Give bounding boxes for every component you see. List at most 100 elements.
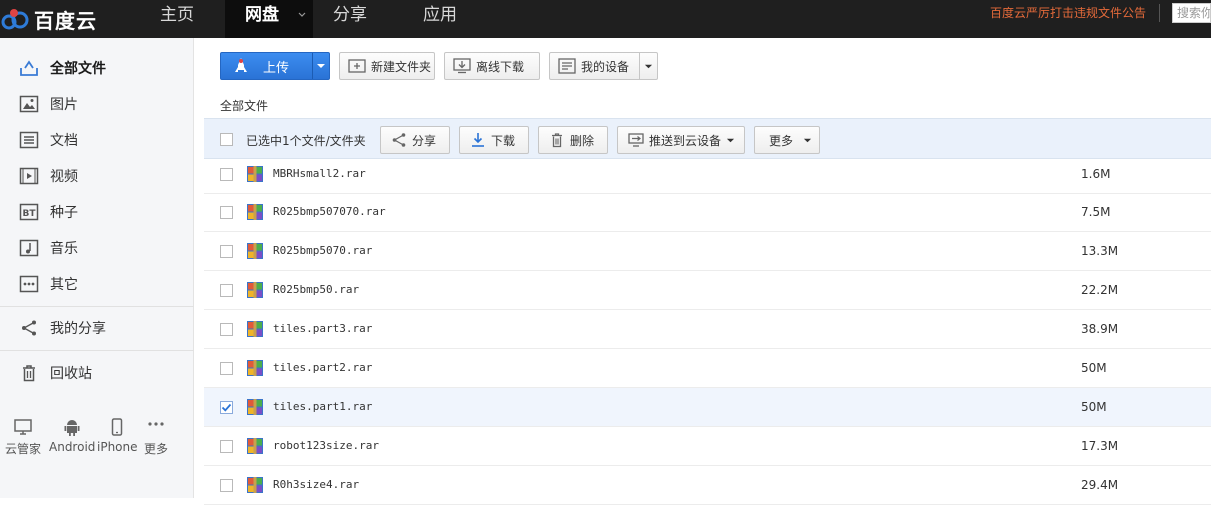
file-name[interactable]: R025bmp507070.rar	[273, 205, 386, 218]
upload-button[interactable]: 上传	[220, 52, 330, 80]
nav-netdisk[interactable]: 网盘	[225, 0, 313, 38]
nav-home[interactable]: 主页	[140, 0, 225, 38]
row-checkbox[interactable]	[220, 479, 233, 492]
download-label: 下载	[491, 133, 516, 148]
file-name[interactable]: R025bmp5070.rar	[273, 244, 372, 257]
sidebar-item-my-shares[interactable]: 我的分享	[0, 311, 194, 345]
table-row[interactable]: R025bmp507070.rar 7.5M	[204, 193, 1211, 232]
sidebar-item-music[interactable]: 音乐	[0, 231, 194, 265]
download-icon	[470, 132, 486, 148]
more-icon	[18, 273, 40, 295]
delete-button[interactable]: 删除	[538, 126, 608, 154]
more-actions-button[interactable]: 更多	[754, 126, 820, 154]
table-row[interactable]: tiles.part3.rar 38.9M	[204, 310, 1211, 349]
file-size: 50M	[1081, 361, 1107, 375]
file-name[interactable]: tiles.part3.rar	[273, 322, 372, 335]
file-size: 7.5M	[1081, 205, 1111, 219]
device-label: 更多	[144, 442, 169, 456]
sidebar-item-images[interactable]: 图片	[0, 87, 194, 121]
share-icon	[391, 132, 407, 148]
caret-down-icon[interactable]	[644, 62, 653, 71]
sidebar-item-all-files[interactable]: 全部文件	[0, 51, 194, 85]
file-name[interactable]: MBRHsmall2.rar	[273, 167, 366, 180]
download-button[interactable]: 下载	[459, 126, 529, 154]
table-row[interactable]: MBRHsmall2.rar 1.6M	[204, 155, 1211, 194]
row-checkbox[interactable]	[220, 323, 233, 336]
logo[interactable]: 百度云	[0, 0, 140, 38]
row-checkbox[interactable]	[220, 284, 233, 297]
device-more[interactable]: 更多	[144, 418, 168, 457]
device-list-icon	[558, 57, 576, 75]
bt-icon: BT	[18, 201, 40, 223]
push-to-device-button[interactable]: 推送到云设备	[617, 126, 745, 154]
baidu-cloud-logo-icon	[1, 9, 29, 30]
row-checkbox[interactable]	[220, 168, 233, 181]
file-name[interactable]: robot123size.rar	[273, 439, 379, 452]
offline-download-button[interactable]: 离线下载	[444, 52, 540, 80]
new-folder-icon	[348, 57, 366, 75]
table-row[interactable]: R0h3size4.rar 29.4M	[204, 466, 1211, 505]
select-all-checkbox[interactable]	[220, 133, 233, 146]
chevron-down-icon	[298, 12, 306, 17]
push-device-icon	[628, 132, 644, 148]
file-name[interactable]: R0h3size4.rar	[273, 478, 359, 491]
breadcrumb[interactable]: 全部文件	[220, 97, 268, 114]
new-folder-label: 新建文件夹	[371, 59, 432, 74]
caret-down-icon[interactable]	[316, 61, 326, 71]
row-checkbox[interactable]	[220, 362, 233, 375]
sidebar-item-label: 图片	[50, 97, 78, 113]
logo-text: 百度云	[34, 8, 97, 33]
delete-label: 删除	[570, 133, 595, 148]
row-checkbox[interactable]	[220, 401, 233, 414]
rar-file-icon	[247, 166, 263, 182]
selected-count-text: 已选中1个文件/文件夹	[246, 134, 366, 148]
sidebar: 全部文件 图片 文档 视频 BT 种子 音乐 其它 我的分享 回收站 云管家 A…	[0, 38, 194, 498]
device-cloud-manager[interactable]: 云管家	[5, 418, 41, 457]
nav-share[interactable]: 分享	[313, 0, 403, 38]
sidebar-item-documents[interactable]: 文档	[0, 123, 194, 157]
android-icon	[64, 420, 80, 436]
main-area: 上传 新建文件夹 离线下载 我的设备 全部文件 已选中1个文件/文件夹 分享 下…	[194, 38, 1211, 505]
table-row[interactable]: robot123size.rar 17.3M	[204, 427, 1211, 466]
my-devices-button[interactable]: 我的设备	[549, 52, 658, 80]
device-android[interactable]: Android	[49, 418, 95, 454]
file-size: 22.2M	[1081, 283, 1119, 297]
sidebar-item-recycle-bin[interactable]: 回收站	[0, 356, 194, 390]
new-folder-button[interactable]: 新建文件夹	[339, 52, 435, 80]
file-name[interactable]: R025bmp50.rar	[273, 283, 359, 296]
file-size: 38.9M	[1081, 322, 1119, 336]
ellipsis-icon	[148, 422, 164, 426]
nav-apps[interactable]: 应用	[403, 0, 493, 38]
nav-netdisk-label: 网盘	[245, 5, 279, 25]
rar-file-icon	[247, 477, 263, 493]
push-to-device-label: 推送到云设备	[649, 133, 722, 148]
sidebar-item-label: 种子	[50, 205, 78, 221]
row-checkbox[interactable]	[220, 245, 233, 258]
sidebar-item-label: 我的分享	[50, 321, 106, 337]
row-checkbox[interactable]	[220, 206, 233, 219]
file-size: 1.6M	[1081, 167, 1111, 181]
notice-link[interactable]: 百度云严厉打击违规文件公告	[990, 4, 1146, 22]
device-label: iPhone	[97, 440, 138, 454]
file-size: 29.4M	[1081, 478, 1119, 492]
search-input[interactable]: 搜索你	[1172, 3, 1211, 23]
main-nav: 主页 网盘 分享 应用	[140, 0, 493, 38]
file-name[interactable]: tiles.part2.rar	[273, 361, 372, 374]
device-iphone[interactable]: iPhone	[97, 418, 138, 454]
sidebar-item-videos[interactable]: 视频	[0, 159, 194, 193]
sidebar-item-torrents[interactable]: BT 种子	[0, 195, 194, 229]
folder-icon	[18, 57, 40, 79]
table-row[interactable]: R025bmp5070.rar 13.3M	[204, 232, 1211, 271]
table-row[interactable]: tiles.part1.rar 50M	[204, 388, 1211, 427]
table-row[interactable]: tiles.part2.rar 50M	[204, 349, 1211, 388]
share-icon	[18, 317, 40, 339]
file-size: 17.3M	[1081, 439, 1119, 453]
trash-icon	[18, 362, 40, 384]
row-checkbox[interactable]	[220, 440, 233, 453]
rar-file-icon	[247, 321, 263, 337]
sidebar-item-others[interactable]: 其它	[0, 267, 194, 301]
table-row[interactable]: R025bmp50.rar 22.2M	[204, 271, 1211, 310]
file-name[interactable]: tiles.part1.rar	[273, 400, 372, 413]
divider	[0, 350, 194, 351]
share-button[interactable]: 分享	[380, 126, 450, 154]
